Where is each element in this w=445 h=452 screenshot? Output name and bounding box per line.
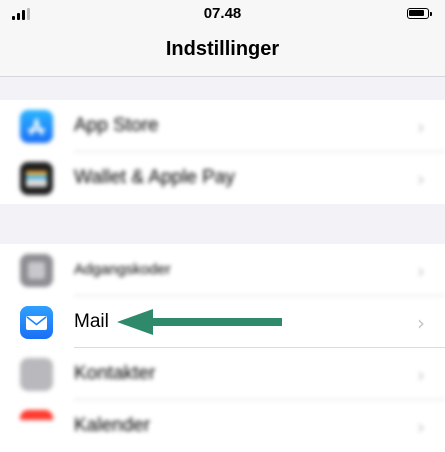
chevron-right-icon: › — [417, 363, 425, 387]
status-time: 07.48 — [203, 5, 242, 22]
calendar-icon — [20, 410, 53, 443]
settings-row-passwords[interactable]: Adgangskoder › — [0, 244, 445, 296]
settings-row-label: Mail — [74, 311, 109, 332]
settings-group-apps: Adgangskoder › Mail › Kontakter › Kalend… — [0, 244, 445, 452]
navigation-bar: Indstillinger — [0, 30, 445, 77]
mail-icon — [20, 306, 53, 339]
contacts-icon — [20, 358, 53, 391]
status-bar: 07.48 — [0, 0, 445, 30]
settings-group-store: App Store › Wallet & Apple Pay › — [0, 100, 445, 204]
page-title: Indstillinger — [165, 38, 280, 60]
arrow-head — [117, 309, 153, 335]
arrow-shaft — [147, 318, 282, 326]
settings-row-label: Kontakter — [74, 363, 156, 384]
app-store-icon — [20, 110, 53, 143]
settings-row-contacts[interactable]: Kontakter › — [0, 348, 445, 400]
settings-row-label: App Store — [74, 115, 159, 136]
settings-row-label: Adgangskoder — [74, 261, 171, 278]
wallet-icon — [20, 162, 53, 195]
chevron-right-icon: › — [417, 167, 425, 191]
passwords-icon — [20, 254, 53, 287]
settings-row-wallet[interactable]: Wallet & Apple Pay › — [0, 152, 445, 204]
chevron-right-icon: › — [417, 259, 425, 283]
chevron-right-icon: › — [417, 115, 425, 139]
battery-icon — [407, 8, 432, 19]
settings-row-calendar[interactable]: Kalender › — [0, 400, 445, 452]
chevron-right-icon: › — [417, 311, 425, 335]
settings-row-label: Wallet & Apple Pay — [74, 167, 235, 188]
annotation-arrow-icon — [117, 309, 282, 335]
settings-row-label: Kalender — [74, 415, 151, 436]
chevron-right-icon: › — [417, 415, 425, 439]
settings-row-app-store[interactable]: App Store › — [0, 100, 445, 152]
